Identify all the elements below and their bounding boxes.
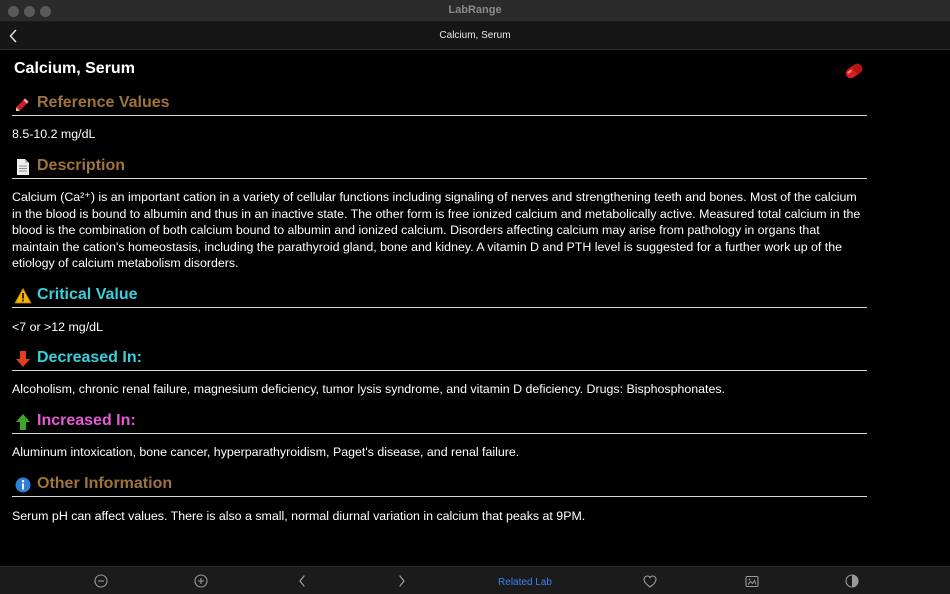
document-icon [17, 159, 29, 175]
heart-icon [643, 574, 657, 588]
section-title: Increased In: [37, 412, 136, 429]
pill-icon[interactable] [843, 61, 865, 81]
image-icon [745, 575, 759, 587]
description-text: Calcium (Ca²⁺) is an important cation in… [12, 190, 861, 270]
navigation-bar: Calcium, Serum [0, 22, 950, 50]
section-title: Reference Values [37, 94, 170, 111]
section-critical-value: Critical Value [12, 284, 867, 308]
previous-button[interactable] [294, 573, 310, 589]
arrow-down-icon [16, 351, 30, 367]
lab-detail-content: Calcium, Serum Reference Values 8.5-10.2… [12, 50, 868, 566]
zoom-in-button[interactable] [193, 573, 209, 589]
zoom-in-icon [194, 574, 208, 588]
arrow-up-icon [16, 414, 30, 430]
section-increased-in: Increased In: [12, 410, 867, 434]
critical-value-text: <7 or >12 mg/dL [12, 320, 103, 334]
pencil-icon [15, 98, 29, 112]
nav-title: Calcium, Serum [439, 30, 511, 41]
chevron-left-icon [299, 575, 305, 587]
contrast-button[interactable] [844, 573, 860, 589]
window-titlebar: LabRange [0, 0, 950, 22]
info-icon [15, 477, 31, 493]
reference-values-text: 8.5-10.2 mg/dL [12, 127, 96, 141]
increased-in-text: Aluminum intoxication, bone cancer, hype… [12, 445, 520, 459]
other-information-text: Serum pH can affect values. There is als… [12, 509, 586, 523]
section-decreased-in: Decreased In: [12, 347, 867, 371]
warning-icon [14, 287, 32, 304]
decreased-in-text: Alcoholism, chronic renal failure, magne… [12, 382, 725, 396]
contrast-icon [845, 574, 859, 588]
page-title: Calcium, Serum [14, 60, 135, 77]
section-title: Description [37, 157, 126, 174]
related-lab-button[interactable]: Related Lab [485, 574, 565, 590]
favorite-button[interactable] [642, 573, 658, 589]
app-title: LabRange [448, 4, 502, 16]
chevron-right-icon [399, 575, 405, 587]
zoom-out-button[interactable] [93, 573, 109, 589]
zoom-out-icon [94, 574, 108, 588]
section-description: Description [12, 155, 867, 179]
section-other-information: Other Information [12, 473, 867, 497]
bottom-toolbar: Related Lab [0, 566, 950, 594]
image-button[interactable] [744, 573, 760, 589]
section-reference-values: Reference Values [12, 92, 867, 116]
section-title: Critical Value [37, 286, 138, 303]
section-title: Other Information [37, 475, 173, 492]
next-button[interactable] [394, 573, 410, 589]
section-title: Decreased In: [37, 349, 142, 366]
